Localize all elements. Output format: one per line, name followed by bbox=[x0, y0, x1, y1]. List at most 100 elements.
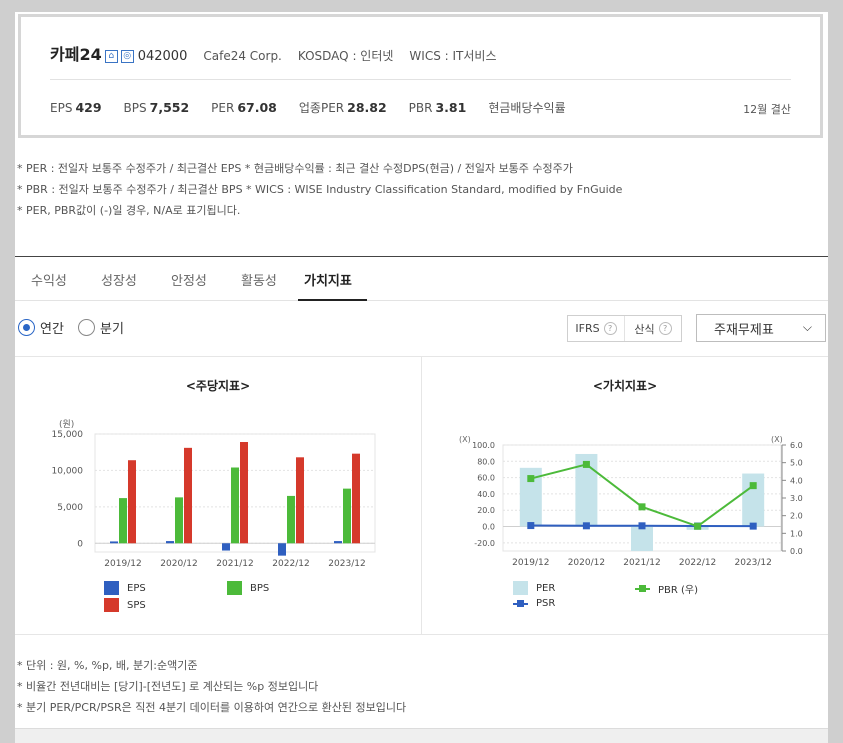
per-share-chart: (원) 0 5,000 10,000 15,000 2019/12 2020/12 2021/… bbox=[52, 419, 376, 569]
ratio-sector-per: 업종PER 28.82 bbox=[298, 100, 387, 115]
note-line: * PBR : 전일자 보통주 수정주가 / 최근결산 BPS * WICS :… bbox=[17, 183, 623, 196]
stock-code: 042000 bbox=[137, 49, 188, 64]
x-tick-label: 2022/12 bbox=[272, 559, 309, 569]
period-annual-label: 연간 bbox=[40, 322, 64, 337]
bar-eps bbox=[110, 541, 118, 544]
x-tick-label: 2023/12 bbox=[328, 559, 365, 569]
legend-line bbox=[635, 584, 650, 592]
company-summary-box: 카페24 ⌂ ◎ 042000 Cafe24 Corp. KOSDAQ : 인터… bbox=[18, 14, 823, 138]
y-tick-label-left: 60.0 bbox=[477, 474, 495, 483]
bar-eps bbox=[222, 543, 230, 551]
dropdown-selected-value: 주재무제표 bbox=[714, 322, 774, 338]
info-button-group: IFRS ? 산식 ? bbox=[567, 315, 682, 342]
settlement-month: 12월 결산 bbox=[743, 103, 791, 116]
y-tick-label-right: 0.0 bbox=[790, 547, 803, 556]
x-tick-label: 2023/12 bbox=[735, 558, 772, 568]
help-icon: ? bbox=[658, 322, 672, 335]
x-tick-label: 2019/12 bbox=[104, 559, 141, 569]
bar-per bbox=[631, 526, 653, 551]
tab-growth[interactable]: 성장성 bbox=[101, 270, 137, 289]
period-quarterly-label: 분기 bbox=[100, 322, 124, 337]
y-tick-label-right: 6.0 bbox=[790, 441, 803, 450]
bar-eps bbox=[278, 543, 286, 556]
bar-per bbox=[742, 473, 765, 527]
ir-icon[interactable]: ◎ bbox=[120, 50, 134, 63]
legend-swatch bbox=[104, 581, 119, 595]
y-tick-label: 5,000 bbox=[57, 503, 83, 513]
x-tick-label: 2020/12 bbox=[568, 558, 605, 568]
period-annual-radio[interactable]: 연간 bbox=[18, 318, 64, 337]
chevron-down-icon: ⌵ bbox=[802, 320, 812, 334]
legend-pbr: PBR (우) bbox=[635, 581, 698, 596]
company-title-row: 카페24 ⌂ ◎ 042000 Cafe24 Corp. KOSDAQ : 인터… bbox=[50, 41, 496, 65]
period-quarterly-radio[interactable]: 분기 bbox=[78, 318, 124, 337]
help-icon: ? bbox=[603, 322, 617, 335]
y-tick-label: 15,000 bbox=[52, 430, 84, 440]
bar-sps bbox=[352, 453, 360, 544]
category-tabs: 수익성 성장성 안정성 활동성 가치지표 bbox=[15, 256, 828, 301]
bar-eps bbox=[166, 541, 174, 544]
tab-profitability[interactable]: 수익성 bbox=[31, 270, 67, 289]
active-tab-indicator bbox=[298, 299, 367, 301]
tab-valuation[interactable]: 가치지표 bbox=[304, 270, 352, 289]
point-pbr bbox=[638, 503, 646, 511]
point-pbr bbox=[694, 522, 702, 530]
legend-line bbox=[513, 599, 528, 607]
point-pbr bbox=[582, 460, 590, 468]
bar-sps bbox=[128, 460, 136, 544]
point-psr bbox=[527, 522, 535, 530]
legend-sps: SPS bbox=[104, 598, 146, 612]
unit-label-right: (X) bbox=[771, 435, 783, 444]
header-divider bbox=[50, 79, 791, 80]
bar-bps bbox=[175, 497, 183, 544]
unit-label-left: (X) bbox=[459, 435, 471, 444]
y-tick-label-left: 40.0 bbox=[477, 490, 495, 499]
y-tick-label-right: 4.0 bbox=[790, 476, 803, 485]
legend-per: PER bbox=[513, 581, 555, 595]
wics-info: WICS : IT서비스 bbox=[409, 49, 497, 63]
bar-bps bbox=[119, 498, 127, 544]
ratio-per: PER 67.08 bbox=[211, 100, 277, 115]
note-line: * PER, PBR값이 (-)일 경우, N/A로 표기됩니다. bbox=[17, 204, 241, 217]
note-line: * 단위 : 원, %, %p, 배, 분기:순액기준 bbox=[17, 659, 198, 672]
y-tick-label-left: 80.0 bbox=[477, 457, 495, 466]
legend-psr: PSR bbox=[513, 598, 555, 609]
ratio-eps: EPS 429 bbox=[50, 100, 102, 115]
statement-type-dropdown[interactable]: 주재무제표 ⌵ bbox=[696, 314, 826, 342]
ratio-dividend-yield: 현금배당수익률 bbox=[488, 101, 566, 115]
radio-selected-icon bbox=[18, 319, 35, 336]
charts-area: <주당지표> (원) 0 5,000 10,000 15,000 2019/12 2020/… bbox=[15, 356, 828, 635]
y-tick-label-left: 20.0 bbox=[477, 506, 495, 515]
legend-swatch bbox=[104, 598, 119, 612]
valuation-chart: (X) (X) -20.0 0.0 20.0 40.0 60.0 80.0 100.0 0.0 1.… bbox=[459, 435, 803, 568]
y-tick-label-right: 3.0 bbox=[790, 494, 803, 503]
x-tick-label: 2022/12 bbox=[679, 558, 716, 568]
market-info: KOSDAQ : 인터넷 bbox=[297, 49, 394, 63]
page-container: 카페24 ⌂ ◎ 042000 Cafe24 Corp. KOSDAQ : 인터… bbox=[15, 12, 828, 728]
x-tick-label: 2021/12 bbox=[216, 559, 253, 569]
legend-swatch bbox=[227, 581, 242, 595]
tab-activity[interactable]: 활동성 bbox=[241, 270, 277, 289]
legend-bps: BPS bbox=[227, 581, 269, 595]
note-line: * 분기 PER/PCR/PSR은 직전 4분기 데이터를 이용하여 연간으로 … bbox=[17, 701, 407, 714]
x-tick-label: 2020/12 bbox=[160, 559, 197, 569]
bar-bps bbox=[231, 467, 239, 544]
tab-stability[interactable]: 안정성 bbox=[171, 270, 207, 289]
ifrs-button[interactable]: IFRS ? bbox=[568, 316, 624, 341]
y-tick-label-right: 1.0 bbox=[790, 529, 803, 538]
ratio-pbr: PBR 3.81 bbox=[408, 100, 467, 115]
company-name: 카페24 bbox=[50, 45, 102, 64]
ratio-row: EPS 429 BPS 7,552 PER 67.08 업종PER 28.82 PBR 3… bbox=[50, 99, 591, 116]
radio-unselected-icon bbox=[78, 319, 95, 336]
y-tick-label-right: 5.0 bbox=[790, 459, 803, 468]
formula-button[interactable]: 산식 ? bbox=[624, 316, 681, 341]
unit-label: (원) bbox=[59, 419, 74, 430]
bar-eps bbox=[334, 541, 342, 544]
x-tick-label: 2021/12 bbox=[623, 558, 660, 568]
unit-notes: * 단위 : 원, %, %p, 배, 분기:순액기준 * 비율간 전년대비는 … bbox=[17, 655, 406, 718]
home-icon[interactable]: ⌂ bbox=[104, 50, 118, 63]
y-tick-label: 0 bbox=[77, 539, 83, 549]
y-tick-label-left: -20.0 bbox=[474, 539, 495, 548]
legend-eps: EPS bbox=[104, 581, 146, 595]
ratio-bps: BPS 7,552 bbox=[123, 100, 190, 115]
